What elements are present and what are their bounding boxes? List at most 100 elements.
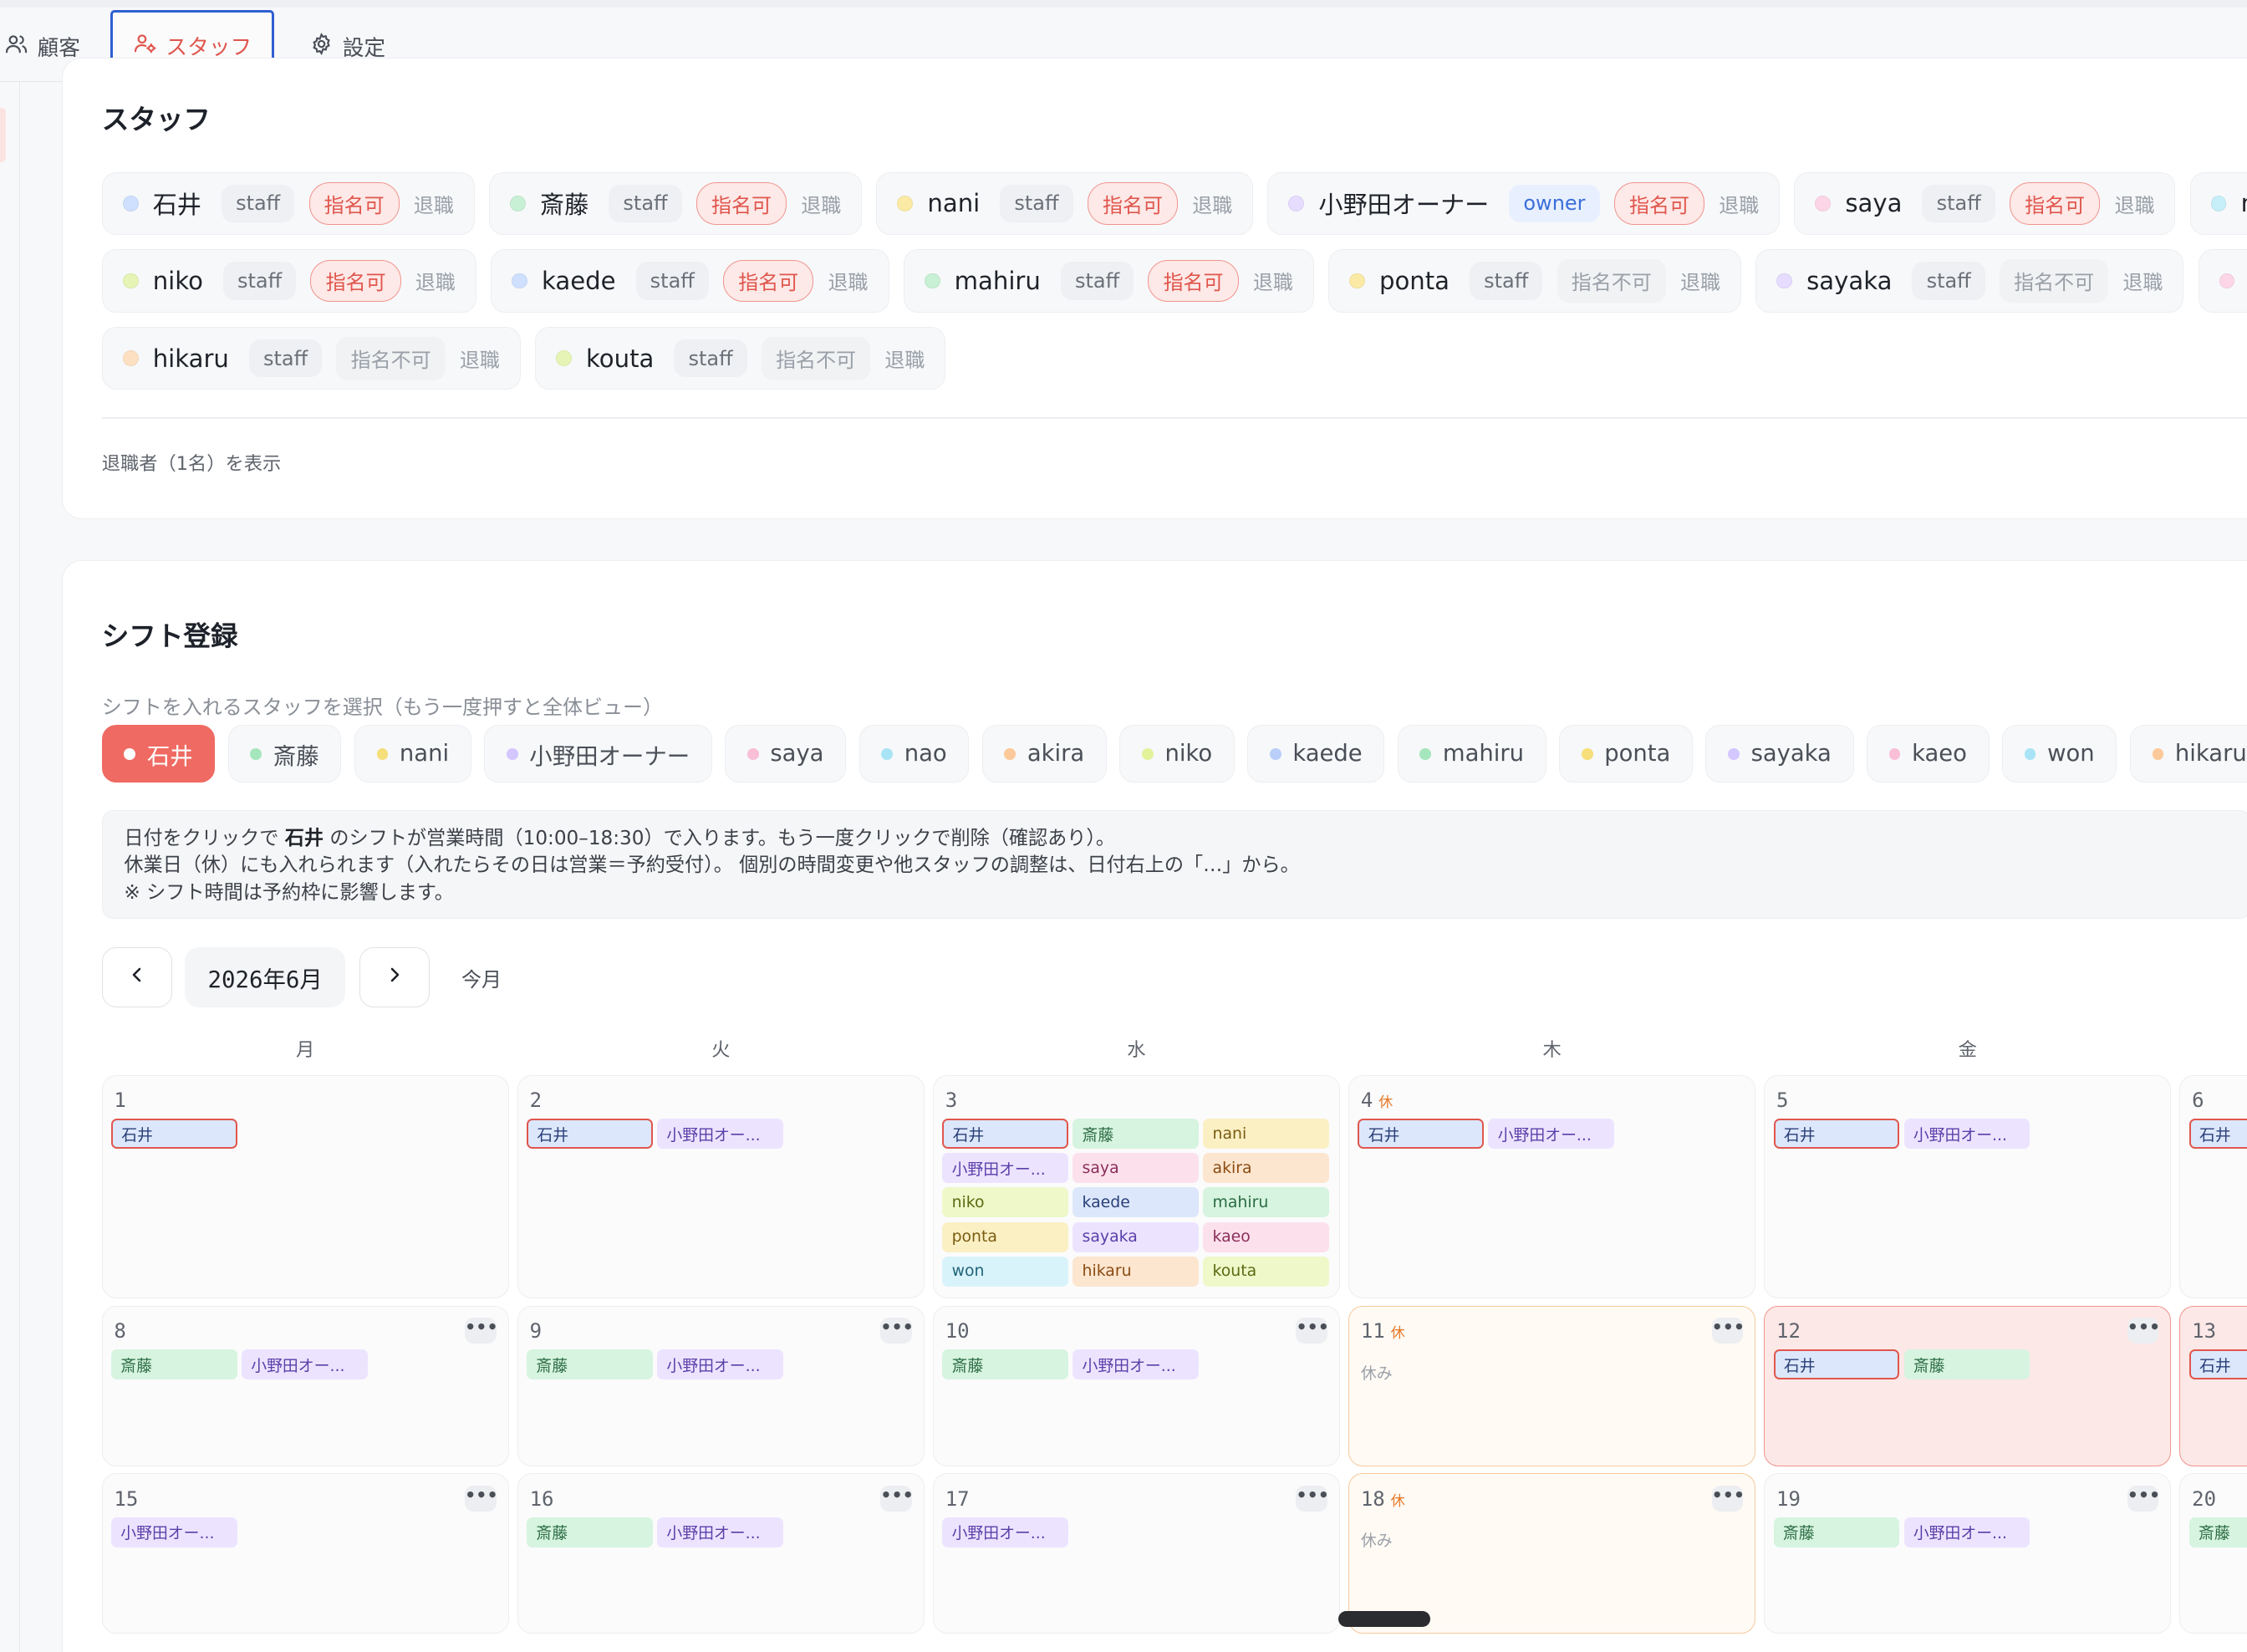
day-more-button[interactable]: •••	[1296, 1318, 1329, 1344]
staff-card-item[interactable]: nani staff 指名可 退職	[876, 171, 1254, 236]
nomination-toggle[interactable]: 指名可	[696, 182, 787, 225]
nomination-toggle[interactable]: 指名可	[1148, 259, 1239, 303]
staff-selector-chip[interactable]: nani	[354, 725, 471, 783]
staff-card-item[interactable]: 小野田オーナー owner 指名可 退職	[1267, 171, 1781, 236]
calendar-day-cell[interactable]: 10 ••• 斎藤 小野田オー...	[933, 1305, 1340, 1466]
shift-tag[interactable]: 石井	[1358, 1119, 1485, 1150]
shift-tag[interactable]: saya	[1073, 1153, 1200, 1184]
shift-tag[interactable]: won	[942, 1256, 1069, 1287]
nomination-toggle[interactable]: 指名可	[1087, 182, 1179, 225]
staff-card-item[interactable]: 斎藤 staff 指名可 退職	[489, 171, 863, 236]
day-more-button[interactable]: •••	[1296, 1486, 1329, 1512]
show-retired-link[interactable]: 退職者（1名）を表示	[102, 449, 282, 476]
prev-month-button[interactable]	[101, 947, 172, 1008]
staff-card-item[interactable]: kaede staff 指名可 退職	[491, 249, 889, 313]
calendar-day-cell[interactable]: 5 石井 小野田オー...	[1764, 1074, 2172, 1299]
staff-selector-chip[interactable]: akira	[981, 725, 1107, 783]
shift-tag[interactable]: sayaka	[1073, 1221, 1200, 1252]
nomination-toggle[interactable]: 指名可	[723, 259, 814, 303]
staff-selector-chip[interactable]: nao	[859, 725, 970, 783]
shift-tag[interactable]: 斎藤	[942, 1349, 1069, 1380]
this-month-button[interactable]: 今月	[461, 963, 502, 992]
shift-tag[interactable]: 小野田オー...	[657, 1517, 783, 1547]
nomination-toggle[interactable]: 指名可	[310, 259, 401, 303]
staff-card-item[interactable]: ponta staff 指名不可 退職	[1327, 249, 1741, 313]
retire-button[interactable]: 退職	[415, 266, 456, 295]
calendar-day-cell[interactable]: 20 斎藤	[2179, 1473, 2247, 1634]
staff-card-item[interactable]: sayaka staff 指名不可 退職	[1755, 249, 2184, 313]
calendar-day-cell[interactable]: 4 休石井 小野田オー...	[1348, 1074, 1756, 1299]
day-more-button[interactable]: •••	[2127, 1318, 2160, 1344]
retire-button[interactable]: 退職	[828, 266, 869, 295]
shift-tag[interactable]: kouta	[1203, 1256, 1330, 1287]
calendar-day-cell[interactable]: 3 石井 斎藤 nani 小野田オー... saya akira niko kaede mahir…	[933, 1074, 1340, 1299]
staff-card-item[interactable]: na	[2189, 171, 2247, 236]
shift-tag[interactable]: nani	[1203, 1119, 1330, 1150]
shift-tag[interactable]: 小野田オー...	[1903, 1119, 2030, 1150]
retire-button[interactable]: 退職	[1680, 266, 1720, 295]
shift-tag[interactable]: 斎藤	[2188, 1517, 2247, 1547]
staff-selector-chip[interactable]: kaede	[1247, 725, 1385, 783]
retire-button[interactable]: 退職	[1192, 189, 1232, 218]
shift-tag[interactable]: 斎藤	[527, 1349, 653, 1380]
shift-tag[interactable]: 斎藤	[1773, 1517, 1900, 1547]
shift-tag[interactable]: 石井	[2188, 1349, 2247, 1380]
shift-tag[interactable]: 小野田オー...	[942, 1517, 1069, 1547]
staff-selector-chip[interactable]: sayaka	[1705, 725, 1854, 783]
shift-tag[interactable]: 石井	[942, 1119, 1069, 1150]
retire-button[interactable]: 退職	[801, 189, 841, 218]
shift-tag[interactable]: 斎藤	[1073, 1119, 1200, 1150]
staff-selector-chip[interactable]: 斎藤	[227, 725, 342, 783]
shift-tag[interactable]: 石井	[527, 1119, 653, 1150]
retire-button[interactable]: 退職	[2122, 266, 2163, 295]
shift-tag[interactable]: niko	[942, 1187, 1069, 1218]
day-more-button[interactable]: •••	[465, 1318, 498, 1344]
nomination-toggle[interactable]: 指名不可	[2000, 258, 2109, 303]
calendar-day-cell[interactable]: 6 石井小野田	[2179, 1074, 2247, 1299]
retire-button[interactable]: 退職	[460, 344, 500, 373]
shift-tag[interactable]: 斎藤	[527, 1517, 653, 1547]
retire-button[interactable]: 退職	[1253, 266, 1293, 295]
calendar-day-cell[interactable]: 15 ••• 小野田オー...	[101, 1473, 509, 1634]
shift-tag[interactable]: 小野田オー...	[657, 1119, 783, 1150]
staff-selector-chip[interactable]: 小野田オーナー	[484, 725, 712, 783]
staff-selector-chip[interactable]: hikaru	[2129, 725, 2247, 783]
shift-tag[interactable]: 小野田オー...	[110, 1517, 237, 1547]
nomination-toggle[interactable]: 指名不可	[336, 336, 446, 380]
staff-card-item[interactable]: kouta staff 指名不可 退職	[535, 326, 946, 390]
retire-button[interactable]: 退職	[2114, 189, 2154, 218]
staff-selector-chip[interactable]: saya	[725, 725, 847, 783]
nomination-toggle[interactable]: 指名可	[1613, 182, 1705, 225]
nomination-toggle[interactable]: 指名不可	[1557, 258, 1666, 303]
calendar-day-cell[interactable]: 12 ••• 石井 斎藤	[1764, 1305, 2172, 1466]
staff-selector-chip[interactable]: kaeo	[1866, 725, 1990, 783]
calendar-day-cell[interactable]: 16 ••• 斎藤 小野田オー...	[517, 1473, 925, 1634]
calendar-day-cell[interactable]: 13 石井	[2179, 1305, 2247, 1466]
shift-tag[interactable]: 小野田オー...	[942, 1153, 1069, 1184]
shift-tag[interactable]: 斎藤	[110, 1349, 237, 1380]
calendar-day-cell[interactable]: 18 休 ••• 休み	[1348, 1473, 1756, 1634]
staff-card-item[interactable]: ka	[2198, 249, 2247, 313]
shift-tag[interactable]: ponta	[942, 1221, 1069, 1252]
calendar-day-cell[interactable]: 11 休 ••• 休み	[1348, 1305, 1756, 1466]
staff-card-item[interactable]: 石井 staff 指名可 退職	[101, 171, 475, 236]
shift-tag[interactable]: kaede	[1073, 1187, 1200, 1218]
calendar-day-cell[interactable]: 2 石井 小野田オー...	[517, 1074, 925, 1299]
calendar-day-cell[interactable]: 8 ••• 斎藤 小野田オー...	[101, 1305, 509, 1466]
shift-tag[interactable]: 小野田オー...	[1488, 1119, 1615, 1150]
next-month-button[interactable]	[359, 947, 431, 1008]
shift-tag[interactable]: kaeo	[1203, 1221, 1330, 1252]
shift-tag[interactable]: 石井	[1773, 1349, 1900, 1380]
shift-tag[interactable]: mahiru	[1203, 1187, 1330, 1218]
nomination-toggle[interactable]: 指名可	[308, 182, 400, 225]
shift-tag[interactable]: 小野田オー...	[241, 1349, 368, 1380]
shift-tag[interactable]: 小野田オー...	[657, 1349, 783, 1380]
day-more-button[interactable]: •••	[2127, 1486, 2160, 1512]
staff-selector-chip[interactable]: ponta	[1559, 725, 1694, 783]
retire-button[interactable]: 退職	[884, 344, 925, 373]
day-more-button[interactable]: •••	[1711, 1318, 1745, 1344]
shift-tag[interactable]: 小野田オー...	[1073, 1349, 1200, 1380]
shift-tag[interactable]: 石井	[1773, 1119, 1900, 1150]
calendar-day-cell[interactable]: 19 ••• 斎藤 小野田オー...	[1764, 1473, 2172, 1634]
staff-selector-chip[interactable]: mahiru	[1397, 725, 1546, 783]
